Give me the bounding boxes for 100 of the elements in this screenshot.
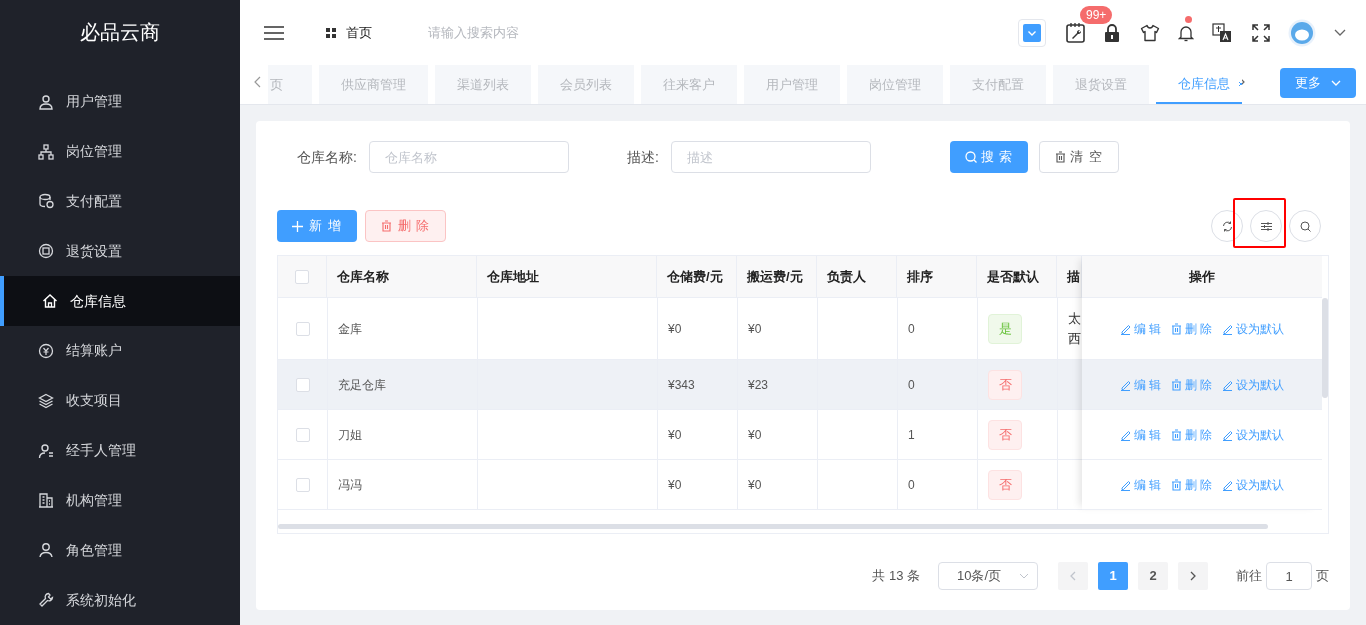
page-number-field[interactable]: 1 <box>1266 562 1312 590</box>
table-row[interactable]: 充足仓库 ¥343 ¥23 0 否 <box>278 360 1082 410</box>
table-cell-text: ¥343 <box>668 376 695 394</box>
pencil-icon <box>1119 478 1131 491</box>
checkbox[interactable] <box>295 427 310 442</box>
field-label: 描述: <box>626 147 659 167</box>
column-header: 仓储费/元 <box>657 256 737 297</box>
tab[interactable]: 会员列表 <box>538 65 634 104</box>
avatar-icon <box>1288 18 1316 47</box>
circle-icon <box>38 243 54 260</box>
person-edit-icon <box>38 442 54 459</box>
delete-link[interactable]: 删 除 <box>1171 475 1213 494</box>
chevron-right-icon <box>1190 571 1196 581</box>
tab[interactable]: 供应商管理 <box>319 65 428 104</box>
sidebar-item[interactable]: 经手人管理 <box>0 425 240 476</box>
search-field[interactable]: 请输入搜索内容 <box>428 22 628 43</box>
trash-icon <box>1171 322 1182 335</box>
page-size-select[interactable]: 10条/页 <box>938 562 1038 590</box>
tab[interactable]: 支付配置 <box>950 65 1046 104</box>
checkbox[interactable] <box>295 377 310 392</box>
table-cell-text: 刀姐 <box>338 426 362 444</box>
tab[interactable]: 用户管理 <box>744 65 840 104</box>
more-button[interactable]: 更多 <box>1280 67 1356 98</box>
checkbox[interactable] <box>295 477 310 492</box>
sidebar-item[interactable]: 用户管理 <box>0 76 240 127</box>
close-icon <box>1238 80 1242 87</box>
chevron-down-icon <box>1331 79 1341 86</box>
table-cell-text: ¥0 <box>748 320 762 338</box>
status-tag: 是 <box>988 313 1022 344</box>
chevron-left-icon <box>1070 571 1076 581</box>
breadcrumb-link[interactable]: 首页 <box>326 22 372 43</box>
sidebar-item[interactable]: 结算账户 <box>0 326 240 376</box>
count-badge: 99+ <box>1080 5 1113 24</box>
sidebar-item[interactable]: 系统初始化 <box>0 575 240 625</box>
add-button[interactable]: 新 增 <box>277 210 357 242</box>
trash-icon <box>1171 428 1182 441</box>
trash-icon <box>1055 151 1067 163</box>
search-button[interactable]: 搜 索 <box>949 141 1029 173</box>
pencil-icon <box>1119 378 1131 391</box>
set-default-link[interactable]: 设为默认 <box>1222 475 1285 494</box>
checkbox[interactable] <box>295 269 309 284</box>
clipboard-wrench-icon <box>1066 21 1086 44</box>
sidebar-item[interactable]: 角色管理 <box>0 525 240 576</box>
set-default-link[interactable]: 设为默认 <box>1222 425 1285 444</box>
edit-link[interactable]: 编 辑 <box>1119 475 1161 494</box>
sidebar-item[interactable]: 仓库信息 <box>0 276 240 326</box>
chevron-down-icon <box>1023 23 1041 42</box>
checkbox[interactable] <box>295 321 310 336</box>
table-cell-text: ¥0 <box>748 426 762 444</box>
table-cell-text: 金库 <box>338 320 362 338</box>
tab[interactable]: 页 <box>268 65 312 104</box>
shirt-icon <box>1140 23 1160 42</box>
column-header: 仓库名称 <box>327 256 477 297</box>
page-button[interactable]: 1 <box>1098 562 1128 590</box>
text-field[interactable]: 描述 <box>670 141 871 173</box>
table-cell-text: 0 <box>908 476 915 494</box>
table-cell-text: ¥0 <box>668 476 682 494</box>
delete-link[interactable]: 删 除 <box>1171 425 1213 444</box>
pencil-icon <box>1222 378 1234 391</box>
table-cell-text: ¥23 <box>748 376 769 394</box>
delete-link[interactable]: 删 除 <box>1171 375 1213 394</box>
edit-link[interactable]: 编 辑 <box>1119 425 1161 444</box>
next-page-button[interactable] <box>1178 562 1208 590</box>
column-header: 是否默认 <box>977 256 1057 297</box>
edit-link[interactable]: 编 辑 <box>1119 375 1161 394</box>
search-icon <box>964 151 977 163</box>
page-button[interactable]: 2 <box>1138 562 1168 590</box>
coin-icon <box>38 342 54 359</box>
table-row[interactable]: 冯冯 ¥0 ¥0 0 否 <box>278 460 1082 510</box>
tab[interactable]: 退货设置 <box>1053 65 1149 104</box>
sidebar-item[interactable]: 岗位管理 <box>0 126 240 177</box>
tab[interactable]: 渠道列表 <box>435 65 531 104</box>
menu-icon <box>264 24 284 41</box>
status-tag: 否 <box>988 369 1022 400</box>
delete-link[interactable]: 删 除 <box>1171 319 1213 338</box>
goto-suffix: 页 <box>1316 567 1329 586</box>
tab[interactable]: 岗位管理 <box>847 65 943 104</box>
table-row[interactable]: 刀姐 ¥0 ¥0 1 否 <box>278 410 1082 460</box>
pencil-icon <box>1222 322 1234 335</box>
trash-icon <box>1171 478 1182 491</box>
theme-select[interactable] <box>1018 18 1046 47</box>
clear-button[interactable]: 清 空 <box>1039 141 1120 173</box>
translate-icon <box>1212 22 1232 43</box>
set-default-link[interactable]: 设为默认 <box>1222 319 1285 338</box>
pencil-icon <box>1119 322 1131 335</box>
sidebar-item[interactable]: 退货设置 <box>0 226 240 277</box>
set-default-link[interactable]: 设为默认 <box>1222 375 1285 394</box>
chevron-left-icon <box>254 75 262 88</box>
table-cell-text: 充足仓库 <box>338 376 386 394</box>
tab[interactable]: 往来客户 <box>641 65 737 104</box>
sidebar-item[interactable]: 收支项目 <box>0 375 240 426</box>
delete-button[interactable]: 删 除 <box>364 210 447 242</box>
prev-page-button[interactable] <box>1058 562 1088 590</box>
edit-link[interactable]: 编 辑 <box>1119 319 1161 338</box>
sidebar-item[interactable]: 机构管理 <box>0 475 240 526</box>
table-row[interactable]: 金库 ¥0 ¥0 0 是 太 西 <box>278 298 1082 360</box>
text-field[interactable]: 仓库名称 <box>368 141 569 173</box>
status-tag: 否 <box>988 419 1022 450</box>
sidebar-item[interactable]: 支付配置 <box>0 176 240 227</box>
table-cell-text: ¥0 <box>668 320 682 338</box>
